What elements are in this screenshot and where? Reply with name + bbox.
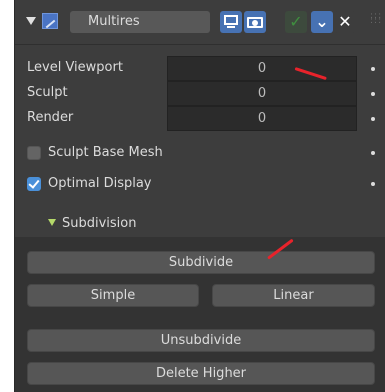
collapse-triangle-icon[interactable] [26,17,36,25]
extra-menu-button[interactable]: ⌄ [311,11,333,33]
apply-button[interactable]: ✓ [285,11,307,33]
close-icon: ✕ [338,12,352,31]
render-level-field[interactable]: 0 [167,106,357,131]
header-divider [15,44,385,45]
drag-handle-icon[interactable]: :::::: [370,12,381,30]
checkmark-icon: ✓ [289,12,303,31]
chevron-down-icon: ⌄ [315,12,329,31]
sculpt-level-label: Sculpt [27,85,68,100]
render-level-label: Render [27,110,74,125]
keyframe-dot-icon[interactable] [371,67,375,71]
keyframe-dot-icon[interactable] [371,182,375,186]
sculpt-level-field[interactable]: 0 [167,81,357,106]
modifier-name-field[interactable]: Multires [70,11,210,33]
modifier-header: Multires ✓ ⌄ ✕ :::::: [15,0,385,45]
keyframe-dot-icon[interactable] [371,151,375,155]
remove-modifier-button[interactable]: ✕ [334,11,356,33]
multires-modifier-icon [42,13,58,29]
delete-higher-button[interactable]: Delete Higher [27,362,375,385]
level-viewport-label: Level Viewport [27,60,123,75]
optimal-display-checkbox[interactable] [27,177,41,191]
subpanel-expand-triangle-icon[interactable] [48,219,56,226]
subdivide-button[interactable]: Subdivide [27,251,375,274]
multires-modifier-panel: Multires ✓ ⌄ ✕ :::::: Level Viewport 0 S… [14,0,385,392]
linear-button[interactable]: Linear [212,284,375,307]
show-in-render-button[interactable] [244,11,266,33]
optimal-display-label[interactable]: Optimal Display [48,173,152,195]
sculpt-base-mesh-label[interactable]: Sculpt Base Mesh [48,142,163,164]
show-in-viewport-button[interactable] [220,11,242,33]
level-viewport-field[interactable]: 0 [167,56,357,81]
unsubdivide-button[interactable]: Unsubdivide [27,329,375,352]
keyframe-dot-icon[interactable] [371,117,375,121]
simple-button[interactable]: Simple [27,284,199,307]
sculpt-base-mesh-checkbox[interactable] [27,146,41,160]
subdivision-subpanel-title[interactable]: Subdivision [62,214,137,234]
keyframe-dot-icon[interactable] [371,92,375,96]
